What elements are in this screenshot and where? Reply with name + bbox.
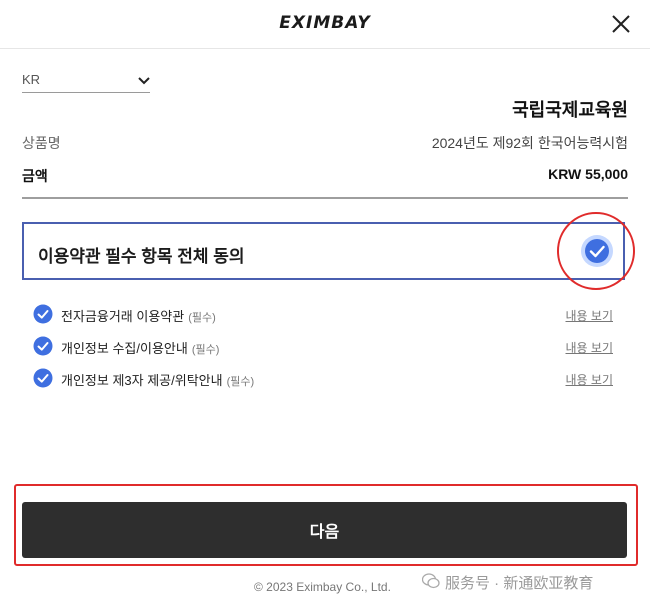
eximbay-logo: EXIMBAY: [279, 13, 371, 33]
term-item-third-party: 개인정보 제3자 제공/위탁안내 (필수) 내용 보기: [33, 366, 613, 390]
amount-row: 금액 KRW 55,000: [22, 166, 628, 186]
wechat-icon: [421, 572, 440, 593]
required-tag: (필수): [226, 376, 255, 388]
view-details-link[interactable]: 내용 보기: [566, 339, 614, 356]
close-icon[interactable]: [610, 13, 632, 35]
product-row: 상품명 2024년도 제92회 한국어능력시험: [22, 133, 628, 153]
term-item-electronic-finance: 전자금융거래 이용약관 (필수) 내용 보기: [33, 302, 613, 326]
view-details-link[interactable]: 내용 보기: [566, 371, 614, 388]
term-label: 개인정보 수집/이용안내 (필수): [61, 341, 220, 356]
watermark: 服务号 · 新通欧亚教育: [421, 572, 594, 593]
term-label: 전자금융거래 이용약관 (필수): [61, 309, 216, 324]
country-value: KR: [22, 72, 41, 87]
check-circle-icon[interactable]: [33, 304, 53, 329]
check-circle-icon[interactable]: [33, 336, 53, 361]
term-item-privacy-collection: 개인정보 수집/이용안내 (필수) 내용 보기: [33, 334, 613, 358]
chevron-down-icon: [138, 73, 150, 91]
divider: [22, 197, 628, 199]
required-tag: (필수): [188, 312, 216, 324]
country-select[interactable]: KR: [22, 68, 150, 93]
product-value: 2024년도 제92회 한국어능력시험: [431, 135, 628, 151]
required-tag: (필수): [191, 344, 220, 356]
term-label: 개인정보 제3자 제공/위탁안내 (필수): [61, 373, 255, 388]
view-details-link[interactable]: 내용 보기: [566, 307, 614, 324]
amount-value: KRW 55,000: [548, 166, 628, 182]
header: EXIMBAY: [0, 0, 650, 49]
check-circle-icon[interactable]: [33, 368, 53, 393]
copyright-footer: © 2023 Eximbay Co., Ltd.: [254, 580, 391, 594]
product-label: 상품명: [22, 135, 61, 151]
check-circle-icon[interactable]: [581, 235, 613, 267]
watermark-text: 服务号 · 新通欧亚教育: [445, 575, 594, 592]
merchant-name: 국립국제교육원: [512, 100, 628, 120]
next-button[interactable]: 다음: [22, 502, 627, 558]
agree-all-checkbox[interactable]: 이용약관 필수 항목 전체 동의: [22, 222, 625, 280]
amount-label: 금액: [22, 168, 48, 184]
agree-all-label: 이용약관 필수 항목 전체 동의: [38, 247, 245, 266]
